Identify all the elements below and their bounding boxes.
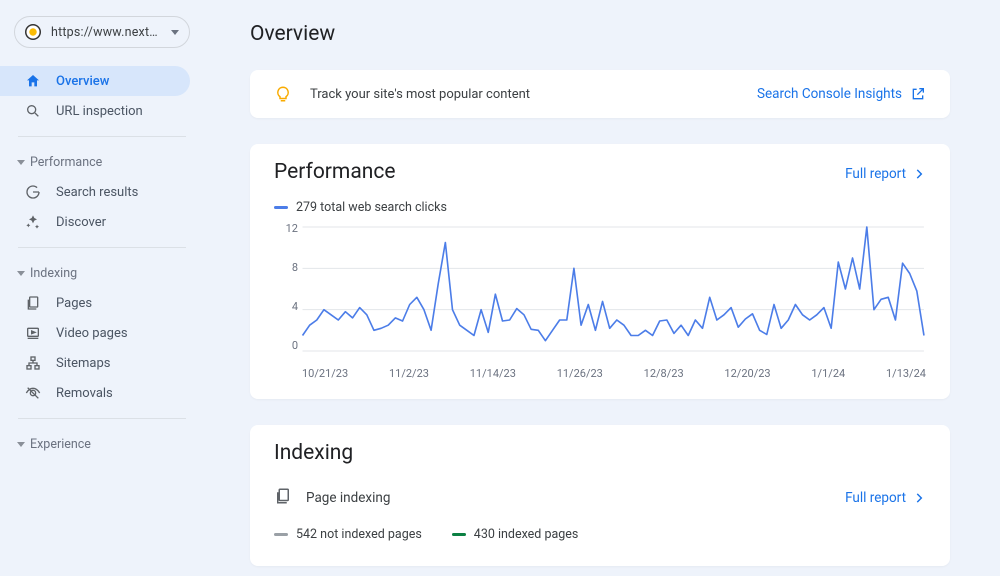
page-title: Overview — [250, 22, 950, 46]
sidebar-item-label: Overview — [56, 74, 109, 89]
insights-link-label: Search Console Insights — [757, 86, 902, 102]
property-url: https://www.nextste… — [51, 25, 163, 40]
divider — [18, 136, 186, 137]
y-tick-label: 4 — [292, 301, 298, 312]
sidebar-group-label: Performance — [30, 155, 102, 170]
chevron-down-icon — [171, 30, 179, 35]
removals-icon — [24, 384, 42, 402]
sidebar: https://www.nextste… Overview URL inspec… — [0, 0, 200, 576]
performance-title: Performance — [274, 160, 395, 184]
legend-item-not-indexed: 542 not indexed pages — [274, 527, 422, 542]
pages-icon — [24, 294, 42, 312]
legend-item-clicks: 279 total web search clicks — [274, 200, 447, 215]
sidebar-item-label: URL inspection — [56, 104, 143, 119]
sitemaps-icon — [24, 354, 42, 372]
performance-full-report-link[interactable]: Full report — [845, 166, 926, 182]
video-pages-icon — [24, 324, 42, 342]
performance-legend: 279 total web search clicks — [274, 200, 926, 215]
sidebar-item-label: Discover — [56, 215, 106, 230]
sidebar-item-video-pages[interactable]: Video pages — [0, 318, 200, 348]
sidebar-group-indexing[interactable]: Indexing — [0, 258, 200, 288]
insights-link[interactable]: Search Console Insights — [757, 86, 926, 102]
sidebar-group-label: Indexing — [30, 266, 77, 281]
y-tick-label: 0 — [292, 340, 298, 351]
legend-label: 542 not indexed pages — [296, 527, 422, 542]
home-icon — [24, 72, 42, 90]
x-tick-label: 1/1/24 — [811, 367, 845, 380]
performance-chart: 12 8 4 0 10/21/23 11/2/23 11/14/23 11/26/23 12/… — [274, 223, 926, 383]
chevron-right-icon — [912, 491, 926, 505]
x-tick-label: 10/21/23 — [302, 367, 348, 380]
sidebar-group-experience[interactable]: Experience — [0, 429, 200, 459]
indexing-full-report-link[interactable]: Full report — [845, 490, 926, 506]
indexing-title: Indexing — [274, 441, 353, 465]
property-favicon-icon — [25, 24, 41, 40]
x-axis-labels: 10/21/23 11/2/23 11/14/23 11/26/23 12/8/23 12… — [274, 363, 926, 380]
external-link-icon — [910, 86, 926, 102]
x-tick-label: 11/14/23 — [470, 367, 516, 380]
full-report-label: Full report — [845, 166, 906, 182]
property-selector[interactable]: https://www.nextste… — [14, 16, 190, 48]
y-axis-labels: 12 8 4 0 — [274, 223, 298, 351]
legend-item-indexed: 430 indexed pages — [452, 527, 579, 542]
x-tick-label: 1/13/24 — [886, 367, 926, 380]
sidebar-item-pages[interactable]: Pages — [0, 288, 200, 318]
sidebar-item-label: Search results — [56, 185, 138, 200]
sidebar-item-overview[interactable]: Overview — [0, 66, 190, 96]
sidebar-item-search-results[interactable]: Search results — [0, 177, 200, 207]
full-report-label: Full report — [845, 490, 906, 506]
x-tick-label: 11/26/23 — [557, 367, 603, 380]
legend-swatch — [274, 533, 288, 536]
y-tick-label: 12 — [286, 223, 298, 234]
chart-svg — [274, 223, 926, 363]
magnifier-icon — [24, 102, 42, 120]
insights-text: Track your site's most popular content — [310, 87, 530, 102]
divider — [18, 418, 186, 419]
sidebar-group-label: Experience — [30, 437, 91, 452]
main-content: Overview Track your site's most popular … — [200, 0, 1000, 576]
legend-label: 430 indexed pages — [474, 527, 579, 542]
legend-label: 279 total web search clicks — [296, 200, 447, 215]
sidebar-item-discover[interactable]: Discover — [0, 207, 200, 237]
x-tick-label: 11/2/23 — [389, 367, 429, 380]
sidebar-item-label: Pages — [56, 296, 92, 311]
page-indexing-label: Page indexing — [306, 490, 390, 506]
performance-card: Performance Full report 279 total web se… — [250, 144, 950, 399]
sidebar-item-label: Video pages — [56, 326, 128, 341]
indexing-legend: 542 not indexed pages 430 indexed pages — [274, 527, 926, 542]
sidebar-item-url-inspection[interactable]: URL inspection — [0, 96, 200, 126]
chevron-right-icon — [912, 167, 926, 181]
y-tick-label: 8 — [292, 262, 298, 273]
legend-swatch — [452, 533, 466, 536]
lightbulb-icon — [274, 85, 292, 103]
sidebar-group-performance[interactable]: Performance — [0, 147, 200, 177]
discover-icon — [24, 213, 42, 231]
indexing-card: Indexing Page indexing Full report 542 n… — [250, 425, 950, 566]
google-g-icon — [24, 183, 42, 201]
x-tick-label: 12/8/23 — [644, 367, 684, 380]
sidebar-item-label: Sitemaps — [56, 356, 111, 371]
sidebar-item-label: Removals — [56, 386, 113, 401]
sidebar-item-sitemaps[interactable]: Sitemaps — [0, 348, 200, 378]
insights-banner: Track your site's most popular content S… — [250, 70, 950, 118]
sidebar-item-removals[interactable]: Removals — [0, 378, 200, 408]
divider — [18, 247, 186, 248]
legend-swatch — [274, 206, 288, 209]
pages-icon — [274, 487, 292, 509]
x-tick-label: 12/20/23 — [724, 367, 770, 380]
